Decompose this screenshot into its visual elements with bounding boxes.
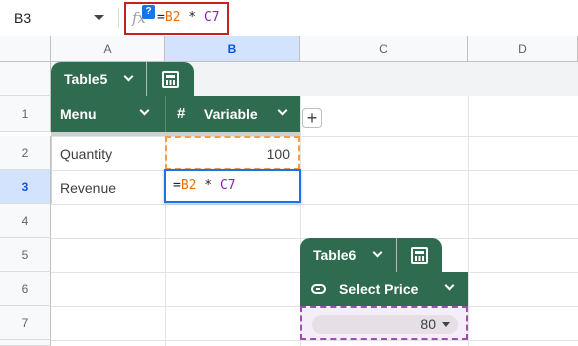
cell-value: 100 <box>266 146 290 162</box>
column-header-a[interactable]: A <box>51 36 165 62</box>
formula-equals: = <box>157 10 165 25</box>
formula-equals: = <box>173 178 181 193</box>
row-header-1[interactable]: 1 <box>0 96 51 132</box>
formula-ref-b2: B2 <box>180 178 197 193</box>
cell-value: Revenue <box>60 180 117 196</box>
table5-left-border <box>51 136 52 204</box>
table6-name: Table6 <box>313 247 357 263</box>
gridline <box>51 204 578 205</box>
gridline <box>468 96 469 346</box>
row-header-2[interactable]: 2 <box>0 136 51 170</box>
header-label: Menu <box>60 106 97 122</box>
formula-ref-b2: B2 <box>164 10 181 25</box>
select-price-dropdown[interactable]: 80 <box>312 315 458 334</box>
row-header-3[interactable]: 3 <box>0 170 51 204</box>
chip-divider <box>146 62 147 96</box>
dropdown-arrow-icon <box>442 322 450 327</box>
column-header-b[interactable]: B <box>165 36 300 62</box>
chevron-down-icon[interactable] <box>444 280 455 291</box>
chevron-down-icon[interactable] <box>372 247 383 258</box>
chevron-down-icon[interactable] <box>277 105 288 116</box>
cell-a2[interactable]: Quantity <box>51 136 165 170</box>
name-box-dropdown-icon[interactable] <box>94 15 104 20</box>
dropdown-value: 80 <box>420 316 436 332</box>
table5-chip[interactable]: Table5 <box>51 62 194 96</box>
header-label: Select Price <box>339 281 419 297</box>
cell-a3[interactable]: Revenue <box>51 170 165 204</box>
row-header-7[interactable]: 7 <box>0 306 51 340</box>
cell-c7[interactable]: 80 <box>300 306 468 340</box>
name-box[interactable]: B3 <box>0 0 114 36</box>
column-header-d[interactable]: D <box>468 36 578 62</box>
cell-value: Quantity <box>60 146 113 162</box>
row-header-6[interactable]: 6 <box>0 272 51 306</box>
table5-header-variable[interactable]: # Variable <box>165 96 300 132</box>
table6-chip[interactable]: Table6 <box>300 238 442 272</box>
row-header-5[interactable]: 5 <box>0 238 51 272</box>
select-all-corner[interactable] <box>0 36 51 62</box>
cell-formula: =B2 * C7 <box>173 178 236 193</box>
row-header-4[interactable]: 4 <box>0 204 51 238</box>
formula-ref-c7: C7 <box>203 10 220 25</box>
formula-input[interactable]: =B2 * C7 <box>157 10 220 25</box>
gridline <box>51 340 578 341</box>
row-header-partial <box>0 340 51 346</box>
cell-b2[interactable]: 100 <box>165 136 300 170</box>
chevron-down-icon[interactable] <box>139 105 150 116</box>
table5-name: Table5 <box>64 71 108 87</box>
help-badge-icon[interactable]: ? <box>142 5 155 19</box>
row-header-blank[interactable] <box>0 62 51 96</box>
table5-header-menu[interactable]: Menu <box>51 96 165 132</box>
calculator-icon[interactable] <box>411 247 428 264</box>
column-header-c[interactable]: C <box>300 36 468 62</box>
chevron-down-icon[interactable] <box>123 71 134 82</box>
header-label: Variable <box>204 106 258 122</box>
add-column-button[interactable]: + <box>302 108 322 128</box>
table6-header-select-price[interactable]: Select Price <box>300 272 468 306</box>
cell-b3-editor[interactable]: =B2 * C7 <box>164 169 301 203</box>
formula-operator: * <box>196 178 220 193</box>
chip-divider <box>396 238 397 272</box>
number-type-icon: # <box>177 105 186 122</box>
name-box-value: B3 <box>14 10 32 26</box>
dropdown-chip-icon <box>311 284 326 294</box>
formula-ref-c7: C7 <box>219 178 236 193</box>
formula-operator: * <box>180 10 204 25</box>
formula-bar-divider <box>118 8 119 28</box>
calculator-icon[interactable] <box>162 71 179 88</box>
